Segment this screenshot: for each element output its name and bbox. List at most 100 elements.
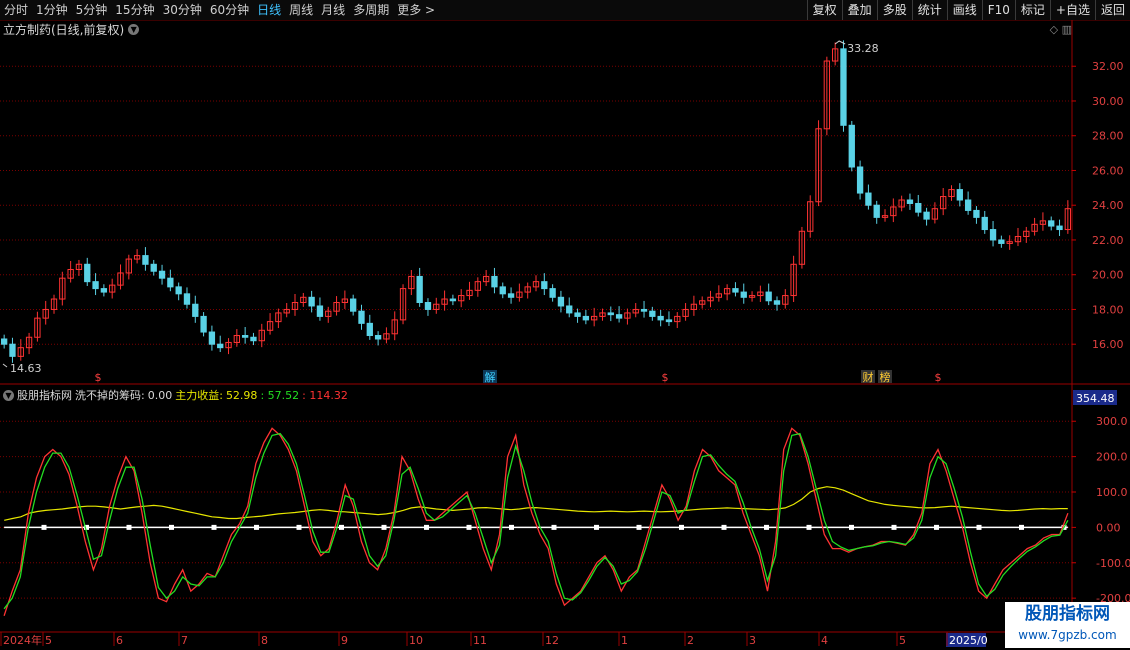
- watermark-url: www.7gpzb.com: [1018, 628, 1117, 642]
- price-tick-label: 20.00: [1092, 269, 1124, 282]
- indicator-top-value: 354.48: [1076, 392, 1115, 405]
- time-axis-label: 10: [409, 634, 423, 647]
- candle-body: [549, 288, 556, 298]
- candle-body: [732, 288, 739, 293]
- candle-body: [142, 255, 149, 265]
- zero-marker: [849, 524, 854, 530]
- event-marker: 榜: [880, 370, 891, 384]
- candle-body: [615, 314, 623, 319]
- candle-body: [989, 229, 997, 241]
- zero-marker: [254, 524, 259, 530]
- time-axis-label: 2: [687, 634, 694, 647]
- candle-body: [158, 270, 166, 279]
- time-axis-label: 2025/0: [949, 634, 988, 647]
- candle-body: [449, 298, 457, 302]
- candle-body: [9, 343, 16, 357]
- candle-body: [358, 310, 365, 324]
- candle-body: [241, 335, 249, 338]
- candle-body: [0, 338, 8, 345]
- zero-marker: [934, 524, 939, 530]
- time-axis-label: 4: [821, 634, 828, 647]
- zero-marker: [424, 524, 429, 530]
- candle-body: [873, 204, 880, 218]
- candle-body: [192, 303, 199, 317]
- watermark: 股朋指标网 www.7gpzb.com: [1005, 602, 1130, 648]
- candle-body: [665, 319, 673, 323]
- indicator-tick-label: -100.0: [1096, 557, 1130, 570]
- candle-body: [1056, 225, 1063, 231]
- candle-body: [640, 308, 648, 312]
- indicator-tick-label: 300.0: [1096, 415, 1128, 428]
- zero-marker: [296, 524, 302, 530]
- zero-marker: [679, 524, 684, 530]
- candle-body: [657, 315, 664, 321]
- zero-marker: [1019, 524, 1024, 530]
- candle-body: [973, 209, 980, 218]
- price-tick-label: 22.00: [1092, 234, 1124, 247]
- candle-body: [923, 211, 930, 220]
- candle-body: [491, 275, 498, 288]
- candle-body: [350, 298, 357, 312]
- price-tick-label: 32.00: [1092, 60, 1124, 73]
- zero-marker: [806, 524, 812, 530]
- time-axis-label: 9: [341, 634, 348, 647]
- zero-marker: [126, 524, 132, 530]
- stock-chart: 32.0030.0028.0026.0024.0022.0020.0018.00…: [0, 20, 1130, 647]
- candle-body: [856, 166, 864, 194]
- candle-body: [416, 275, 423, 304]
- candle-body: [499, 286, 506, 295]
- candle-body: [574, 312, 581, 317]
- candle-body: [374, 335, 382, 340]
- time-axis-label: 7: [181, 634, 188, 647]
- candle-body: [100, 288, 108, 293]
- zero-marker: [891, 524, 897, 530]
- price-tick-label: 30.00: [1092, 95, 1124, 108]
- candle-body: [915, 202, 922, 213]
- candle-body: [566, 305, 573, 314]
- event-marker: 财: [863, 370, 874, 384]
- candle-body: [541, 281, 548, 290]
- zero-marker: [169, 524, 174, 530]
- indicator-tick-label: 100.0: [1096, 486, 1128, 499]
- zero-marker: [551, 524, 557, 530]
- price-tick-label: 28.00: [1092, 130, 1124, 143]
- candle-body: [92, 281, 99, 290]
- low-price-pointer: [2, 363, 8, 368]
- event-marker: $: [95, 371, 102, 384]
- time-axis-label: 12: [545, 634, 559, 647]
- candle-body: [183, 293, 191, 305]
- candle-body: [316, 305, 324, 317]
- time-axis-label: 11: [473, 634, 487, 647]
- candle-body: [250, 336, 257, 342]
- candle-body: [649, 310, 656, 317]
- time-axis-label: 2024年: [3, 633, 42, 647]
- price-tick-label: 16.00: [1092, 338, 1124, 351]
- candle-body: [981, 216, 988, 231]
- candle-body: [208, 331, 216, 345]
- candle-body: [217, 343, 224, 349]
- time-axis-label: 5: [45, 634, 52, 647]
- candle-body: [773, 300, 781, 305]
- candle-body: [175, 286, 182, 295]
- price-tick-label: 26.00: [1092, 164, 1124, 177]
- low-price-label: 14.63: [10, 362, 42, 375]
- event-marker: $: [935, 371, 942, 384]
- event-marker: $: [662, 371, 669, 384]
- zero-marker: [41, 524, 47, 530]
- candle-body: [906, 199, 914, 204]
- candle-body: [865, 192, 872, 206]
- candle-body: [167, 277, 174, 288]
- candle-body: [765, 291, 772, 302]
- candle-body: [956, 189, 963, 201]
- high-price-label: 33.28: [847, 42, 879, 55]
- candle-body: [150, 263, 157, 272]
- zero-marker: [636, 524, 642, 530]
- indicator-tick-label: 200.0: [1096, 451, 1128, 464]
- red-line: [3, 427, 1069, 617]
- zero-marker: [381, 524, 387, 530]
- candle-body: [308, 296, 315, 307]
- candle-body: [607, 312, 614, 316]
- candle-body: [582, 315, 590, 321]
- candle-body: [557, 296, 565, 307]
- time-axis-label: 5: [899, 634, 906, 647]
